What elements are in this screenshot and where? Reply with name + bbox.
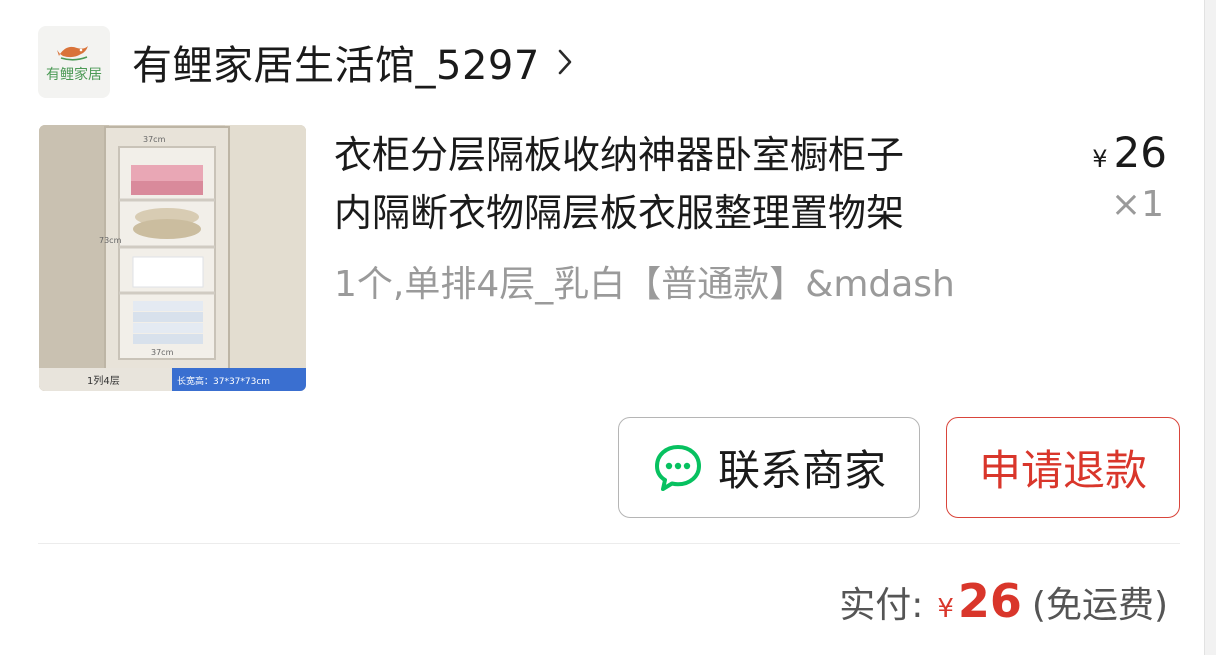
shipping-note: (免运费) (1031, 585, 1168, 626)
product-title[interactable]: 衣柜分层隔板收纳神器卧室橱柜子 内隔断衣物隔层板衣服整理置物架 (334, 126, 1054, 242)
product-title-line-1: 衣柜分层隔板收纳神器卧室橱柜子 (334, 133, 905, 177)
unit-price: ¥ 26 (1092, 128, 1167, 177)
image-dim-side: 73cm (99, 236, 122, 245)
unit-price-currency: ¥ (1092, 145, 1108, 173)
request-refund-button[interactable]: 申请退款 (946, 417, 1180, 518)
image-dim-bottom: 37cm (151, 348, 174, 357)
shop-logo: 有鲤家居 (38, 26, 110, 98)
contact-seller-label: 联系商家 (717, 446, 886, 495)
image-caption-left: 1列4层 (87, 374, 120, 387)
shop-logo-text: 有鲤家居 (46, 67, 102, 83)
contact-seller-button[interactable]: 联系商家 (618, 417, 920, 518)
paid-amount: 26 (957, 574, 1022, 628)
product-spec: 1个,单排4层_乳白【普通款】&mdash (334, 264, 955, 305)
shop-name[interactable]: 有鲤家居生活馆_5297 (132, 33, 540, 91)
product-image[interactable]: 37cm 73cm 37cm 1列4层 长宽高：37*37*73cm (39, 125, 306, 391)
divider (38, 543, 1180, 544)
chat-bubble-icon (654, 444, 701, 491)
chevron-right-icon[interactable] (556, 47, 574, 77)
unit-price-amount: 26 (1113, 128, 1167, 177)
shop-header[interactable]: 有鲤家居 有鲤家居生活馆_5297 (38, 26, 574, 98)
paid-summary: 实付: ¥ 26 (免运费) (839, 574, 1168, 628)
request-refund-label: 申请退款 (978, 446, 1147, 495)
product-title-line-2: 内隔断衣物隔层板衣服整理置物架 (334, 191, 905, 235)
koi-logo-icon (57, 46, 88, 61)
image-caption-right: 长宽高：37*37*73cm (177, 375, 270, 387)
order-item-card: 有鲤家居 有鲤家居生活馆_5297 37cm 73cm 37cm 1列4层 长宽… (0, 0, 1204, 655)
quantity: ×1 (1110, 184, 1164, 225)
paid-currency: ¥ (937, 594, 954, 624)
paid-label: 实付: (839, 585, 924, 626)
scroll-edge (1204, 0, 1216, 655)
image-dim-top: 37cm (143, 135, 166, 144)
